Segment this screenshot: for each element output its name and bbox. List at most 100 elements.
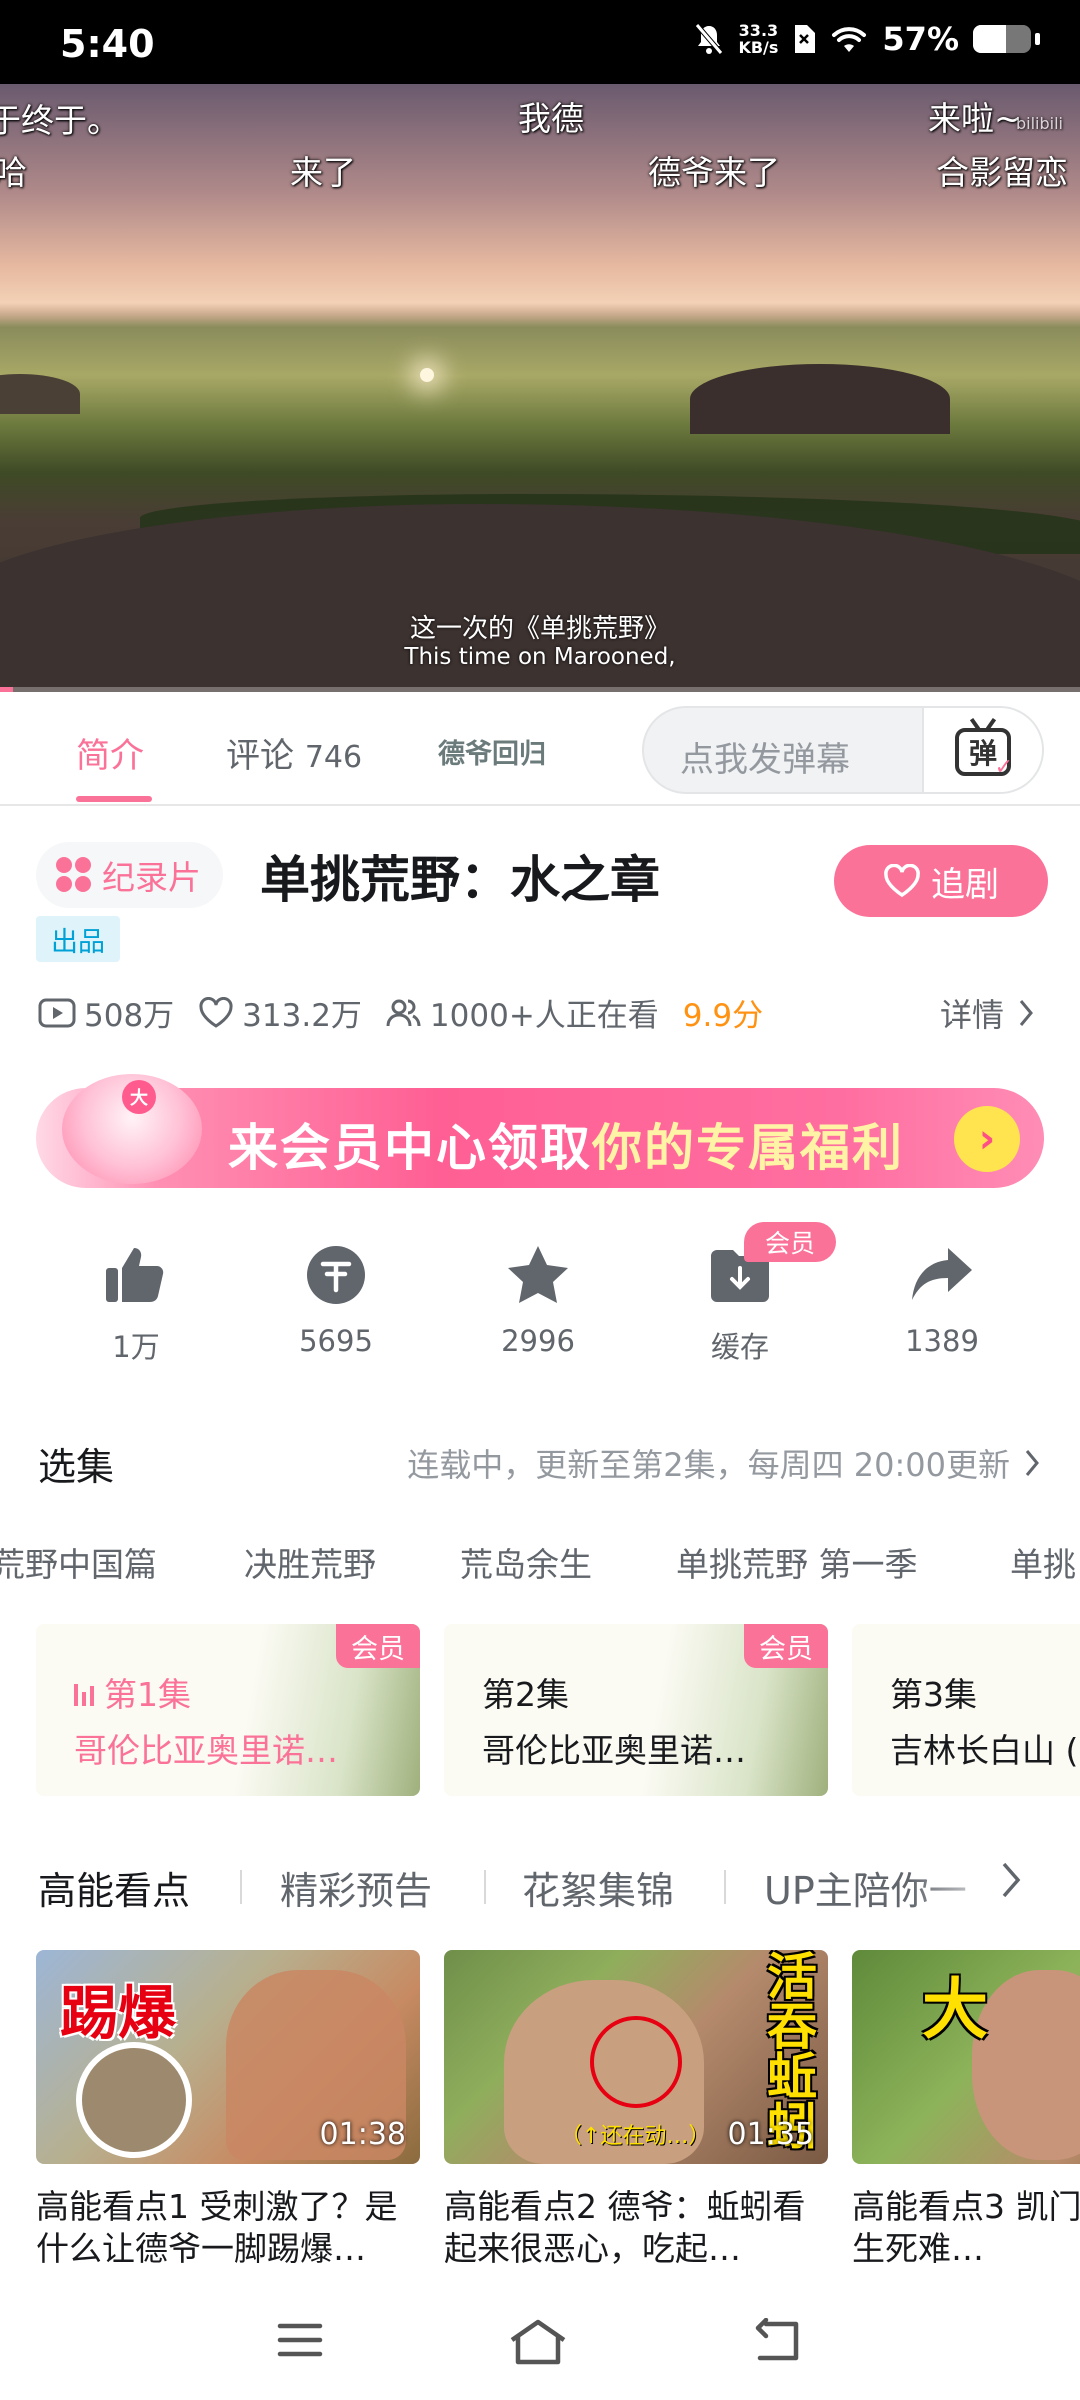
- episodes-title: 选集: [38, 1445, 115, 1489]
- tab-comments[interactable]: 评论 746: [226, 728, 362, 777]
- video-thumbnail: 踢爆 01:38: [36, 1950, 420, 2164]
- favorite-button[interactable]: 2996: [478, 1240, 598, 1358]
- follow-series-button[interactable]: 追剧: [834, 845, 1048, 917]
- highlight-video-card[interactable]: 踢爆 01:38 高能看点1 受刺激了？是什么让德爷一脚踢爆…: [36, 1950, 420, 2270]
- category-icon: [56, 857, 92, 893]
- mute-bell-icon: [695, 23, 724, 55]
- episode-card[interactable]: 第3集 吉林长白山 (: [852, 1624, 1080, 1796]
- share-button[interactable]: 1389: [882, 1240, 1002, 1358]
- category-label: 纪录片: [102, 858, 201, 897]
- danmaku-comment: 德爷来了: [648, 153, 780, 192]
- status-time: 5:40: [60, 22, 155, 66]
- episode-card[interactable]: 会员 第1集 哥伦比亚奥里诺…: [36, 1624, 420, 1796]
- highlight-tab[interactable]: 高能看点: [38, 1860, 190, 1915]
- subtitle-english: This time on Marooned,: [404, 644, 676, 670]
- menu-icon[interactable]: [276, 2318, 324, 2362]
- season-item[interactable]: 单挑荒野 第一季: [676, 1538, 918, 1586]
- follow-label: 追剧: [931, 864, 999, 905]
- status-icons: 33.3 KB/s 57%: [694, 20, 1040, 58]
- thumbs-up-icon: [106, 1248, 164, 1302]
- playing-icon: [74, 1682, 94, 1706]
- video-title: 高能看点3 凯门…爷一笑，生死难…: [852, 2187, 1080, 2268]
- highlight-tab[interactable]: 花絮集锦: [522, 1860, 674, 1915]
- highlight-video-card[interactable]: 大 高能看点3 凯门…爷一笑，生死难…: [852, 1950, 1080, 2270]
- danmaku-comment: 来啦~: [928, 99, 1022, 138]
- thumbnail-caption: 大: [922, 1971, 988, 2048]
- video-thumbnail: 活吞蚯蚓 （↑还在动…） 01:35: [444, 1950, 828, 2164]
- danmaku-comment: 来了: [290, 153, 356, 192]
- series-logo: 德爷回归: [438, 739, 546, 770]
- season-item[interactable]: 决胜荒野: [244, 1538, 376, 1586]
- details-link[interactable]: 详情: [940, 990, 1034, 1036]
- favorite-count: 2996: [501, 1324, 575, 1358]
- rating-score: 9.9分: [682, 998, 764, 1034]
- wifi-icon: [832, 27, 867, 52]
- danmaku-icon: 弹 ✓: [955, 728, 1013, 780]
- home-icon[interactable]: [508, 2318, 568, 2366]
- video-duration: 01:38: [319, 2117, 406, 2152]
- episode-name: 哥伦比亚奥里诺…: [482, 1731, 746, 1770]
- banner-text: 来会员中心领取你的专属福利: [228, 1119, 904, 1177]
- video-sun: [420, 368, 434, 382]
- vip-benefit-banner[interactable]: 大 来会员中心领取你的专属福利 ›: [36, 1074, 1044, 1188]
- tab-divider: [724, 1870, 726, 1904]
- star-icon: [508, 1246, 568, 1303]
- video-duration: 01:35: [727, 2117, 814, 2152]
- video-title: 高能看点2 德爷：蚯蚓看起来很恶心，吃起…: [444, 2187, 806, 2268]
- tab-comments-label: 评论: [226, 736, 294, 776]
- episodes-status-link[interactable]: 连载中，更新至第2集，每周四 20:00更新: [407, 1440, 1040, 1486]
- views-count: 508万: [84, 998, 175, 1034]
- watching-stat: 1000+人正在看: [386, 990, 659, 1035]
- gift-badge: 大: [122, 1080, 156, 1114]
- episode-number: 第2集: [482, 1675, 569, 1714]
- people-icon: [386, 999, 421, 1026]
- episodes-status: 连载中，更新至第2集，每周四 20:00更新: [407, 1446, 1010, 1484]
- battery-icon: [973, 25, 1031, 53]
- highlight-tab[interactable]: 精彩预告: [280, 1860, 432, 1915]
- video-title: 单挑荒野：水之章: [260, 851, 660, 909]
- thumbnail-subcaption: （↑还在动…）: [560, 2124, 711, 2149]
- like-button[interactable]: 1万: [76, 1240, 196, 1366]
- back-icon[interactable]: [752, 2318, 804, 2364]
- tab-comments-count: 746: [304, 740, 363, 775]
- coin-button[interactable]: 5695: [276, 1240, 396, 1358]
- details-label: 详情: [939, 996, 1004, 1034]
- tab-divider: [240, 1870, 242, 1904]
- danmaku-toggle-button[interactable]: 弹 ✓: [922, 708, 1042, 792]
- tabs-fade: [910, 1850, 1080, 1920]
- subtitle-chinese: 这一次的《单挑荒野》: [409, 614, 670, 644]
- battery-percent: 57%: [882, 20, 959, 58]
- category-tag[interactable]: 纪录片: [36, 842, 223, 908]
- net-speed: 33.3 KB/s: [738, 21, 779, 57]
- download-label: 缓存: [710, 1330, 769, 1364]
- highlight-video-card[interactable]: 活吞蚯蚓 （↑还在动…） 01:35 高能看点2 德爷：蚯蚓看起来很恶心，吃起…: [444, 1950, 828, 2270]
- video-stats: 508万 313.2万 1000+人正在看 9.9分: [38, 990, 763, 1035]
- danmaku-comment: 哈: [0, 153, 27, 192]
- season-item[interactable]: 单挑: [1010, 1538, 1076, 1586]
- season-item[interactable]: 荒野中国篇: [0, 1538, 157, 1586]
- danmaku-input[interactable]: 点我发弹幕 弹 ✓: [642, 706, 1044, 794]
- likes-stat: 313.2万: [198, 990, 362, 1035]
- video-scenery: [0, 374, 80, 414]
- views-stat: 508万: [38, 990, 174, 1035]
- season-item[interactable]: 荒岛余生: [460, 1538, 592, 1586]
- banner-arrow-icon[interactable]: ›: [954, 1106, 1020, 1172]
- episode-card[interactable]: 会员 第2集 哥伦比亚奥里诺…: [444, 1624, 828, 1796]
- danmaku-comment: 我德: [518, 99, 584, 138]
- episode-vip-tag: 会员: [336, 1624, 420, 1668]
- danmaku-placeholder: 点我发弹幕: [680, 740, 850, 780]
- tab-intro[interactable]: 简介: [76, 728, 144, 777]
- status-bar: 5:40 33.3 KB/s 57%: [0, 0, 1080, 84]
- episode-vip-tag: 会员: [744, 1624, 828, 1668]
- chevron-right-icon[interactable]: [1000, 1860, 1024, 1900]
- chevron-right-icon: [1019, 1000, 1033, 1026]
- video-scenery: [690, 364, 950, 434]
- bilibili-watermark: bilibili: [1016, 114, 1063, 133]
- share-count: 1389: [905, 1324, 979, 1358]
- chevron-right-icon: [1025, 1450, 1039, 1476]
- heart-icon: [884, 864, 920, 898]
- video-player[interactable]: 于终于。 我德 来啦~ 哈 来了 德爷来了 合影留恋 bilibili 这一次的…: [0, 84, 1080, 692]
- episode-number: 第1集: [74, 1668, 191, 1716]
- episode-number: 第3集: [890, 1675, 977, 1714]
- danmaku-comment: 合影留恋: [936, 153, 1068, 192]
